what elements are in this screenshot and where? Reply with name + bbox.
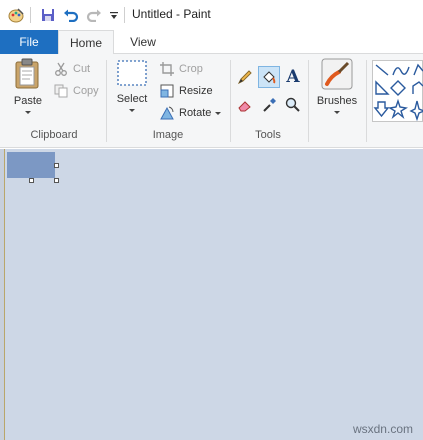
eraser-icon[interactable] (234, 94, 256, 116)
group-separator (308, 60, 309, 142)
group-separator (106, 60, 107, 142)
group-separator (230, 60, 231, 142)
title-bar: Untitled - Paint (0, 0, 423, 30)
crop-button[interactable]: Crop (158, 59, 203, 79)
magnifier-icon[interactable] (282, 94, 304, 116)
cut-label: Cut (73, 63, 91, 75)
rotate-dropdown-icon (215, 111, 222, 115)
copy-button[interactable]: Copy (52, 81, 99, 101)
rotate-label: Rotate (179, 107, 212, 119)
workspace-left-edge (0, 149, 5, 440)
paint-app-icon[interactable] (6, 5, 26, 25)
undo-icon[interactable] (61, 5, 81, 25)
select-rectangle-icon (116, 58, 148, 91)
group-separator (366, 60, 367, 142)
select-button[interactable]: Select (114, 58, 150, 112)
cut-button[interactable]: Cut (52, 59, 90, 79)
image-group-label: Image (152, 129, 184, 141)
resize-label: Resize (179, 85, 213, 97)
tools-group-label: Tools (255, 129, 281, 141)
tab-view[interactable]: View (118, 30, 168, 54)
brushes-dropdown-icon (334, 111, 340, 114)
tab-file[interactable]: File (0, 30, 58, 54)
paste-button[interactable]: Paste (10, 58, 46, 114)
text-tool-icon[interactable]: A (282, 66, 304, 88)
drawing-canvas[interactable] (7, 152, 55, 178)
resize-icon (158, 82, 176, 100)
tab-home[interactable]: Home (58, 30, 114, 55)
crop-icon (158, 60, 176, 78)
pencil-icon[interactable] (234, 66, 256, 88)
rotate-button[interactable]: Rotate (158, 103, 222, 123)
customize-dropdown-icon[interactable] (104, 5, 124, 25)
clipboard-icon (14, 58, 42, 93)
resize-button[interactable]: Resize (158, 81, 213, 101)
window-title: Untitled - Paint (132, 7, 211, 21)
scissors-icon (52, 60, 70, 78)
canvas-workspace[interactable] (0, 149, 423, 440)
canvas-resize-handle-corner[interactable] (54, 178, 59, 183)
brushes-button[interactable]: Brushes (314, 58, 360, 114)
title-separator (124, 7, 125, 23)
ribbon: Paste Cut Copy Clipboard Select Crop Res… (0, 54, 423, 148)
fill-with-color-icon[interactable] (258, 66, 280, 88)
crop-label: Crop (179, 63, 203, 75)
brushes-label: Brushes (316, 95, 358, 107)
select-dropdown-icon (129, 109, 135, 112)
rotate-icon (158, 104, 176, 122)
color-picker-icon[interactable] (258, 94, 280, 116)
select-label: Select (116, 93, 148, 105)
paste-dropdown-icon (25, 111, 31, 114)
copy-icon (52, 82, 70, 100)
shapes-gallery[interactable] (372, 60, 423, 122)
quick-access-separator (30, 7, 31, 23)
copy-label: Copy (73, 85, 99, 97)
redo-icon[interactable] (84, 5, 104, 25)
clipboard-group-label: Clipboard (30, 129, 78, 141)
canvas-resize-handle-right[interactable] (54, 163, 59, 168)
ribbon-tabs: File Home View (0, 30, 423, 55)
paste-label: Paste (13, 95, 43, 107)
brush-icon (321, 58, 353, 93)
save-icon[interactable] (38, 5, 58, 25)
canvas-resize-handle-bottom[interactable] (29, 178, 34, 183)
watermark-text: wsxdn.com (352, 422, 413, 436)
